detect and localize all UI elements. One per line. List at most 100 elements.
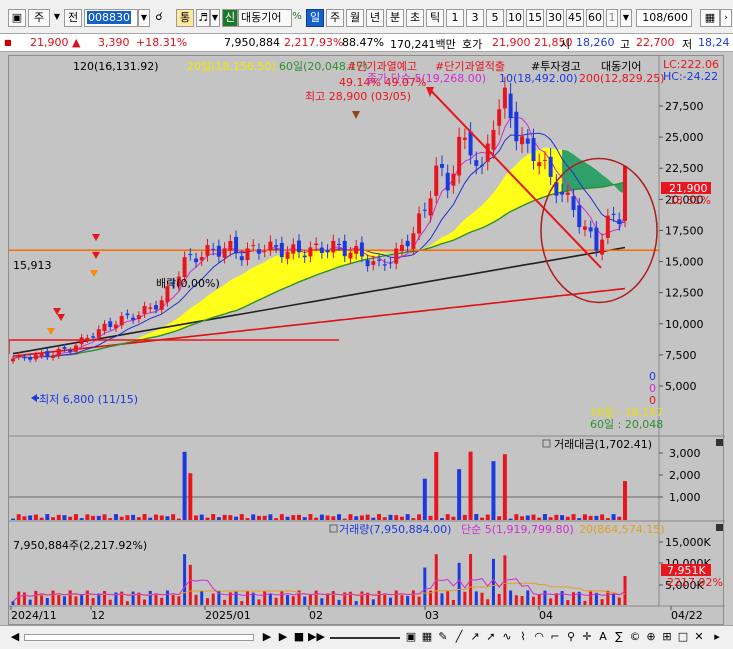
- candle-body: [319, 247, 324, 253]
- period-tab-0[interactable]: 일: [306, 9, 324, 27]
- prev-button[interactable]: 전: [64, 9, 82, 27]
- amount-bar: [571, 514, 576, 520]
- chevron-down-icon[interactable]: ▼: [52, 9, 62, 27]
- minute-button-45[interactable]: 45: [566, 9, 584, 27]
- more-icon[interactable]: ▸: [710, 629, 724, 645]
- box-icon[interactable]: □: [676, 629, 690, 645]
- minute-dropdown-icon[interactable]: ▼: [620, 9, 632, 27]
- minute-button-15[interactable]: 15: [526, 9, 544, 27]
- y-tick-label: 17,500: [665, 224, 704, 237]
- volume-bar: [57, 594, 61, 605]
- amount-bar: [451, 516, 456, 520]
- minute-button-30[interactable]: 30: [546, 9, 564, 27]
- measure-icon[interactable]: ⊞: [660, 629, 674, 645]
- minute-button-10[interactable]: 10: [506, 9, 524, 27]
- candle-body: [45, 351, 50, 358]
- y-tick-label: 27,500: [665, 100, 704, 113]
- candle-body: [262, 250, 267, 252]
- tool-rect-icon[interactable]: ▣: [404, 629, 418, 645]
- tool-diag-icon[interactable]: ↗: [468, 629, 482, 645]
- period-tab-5[interactable]: 초: [406, 9, 424, 27]
- zoom-slider[interactable]: [330, 637, 400, 639]
- checkbox-icon[interactable]: [329, 524, 338, 533]
- delete-icon[interactable]: ✕: [692, 629, 706, 645]
- speaker-dropdown-icon[interactable]: ▼: [210, 9, 220, 27]
- amount-bar: [445, 514, 450, 520]
- tool-grid-icon[interactable]: ▦: [420, 629, 434, 645]
- amount-bar: [308, 514, 313, 520]
- y-tick-label: 7,500: [665, 349, 697, 362]
- lock-button[interactable]: 통: [176, 9, 194, 27]
- market-select[interactable]: 주: [28, 9, 50, 27]
- volume-bar: [171, 595, 175, 605]
- y-tick-label: 25,000: [665, 131, 704, 144]
- chart-area[interactable]: 27,500 25,000 22,500 20,000 17,500 15,000 12,5…: [8, 55, 725, 626]
- chart-svg[interactable]: 27,50025,00022,50020,00017,50015,00012,5…: [8, 56, 725, 626]
- copyright-icon[interactable]: ©: [628, 629, 642, 645]
- search-icon[interactable]: ☌: [152, 9, 166, 27]
- target-icon[interactable]: ⊕: [644, 629, 658, 645]
- period-tab-1[interactable]: 주: [326, 9, 344, 27]
- ma60-bottom-label: 60일 : 20,048: [590, 417, 663, 431]
- close-icon[interactable]: [716, 439, 723, 446]
- amount-bar: [62, 515, 67, 520]
- minute-button-5[interactable]: 5: [486, 9, 504, 27]
- scroll-left-icon[interactable]: ◀: [8, 629, 22, 645]
- period-tab-3[interactable]: 년: [366, 9, 384, 27]
- low-price: 18,24: [698, 36, 730, 49]
- amount-bar: [388, 514, 393, 520]
- formula-icon[interactable]: ∑: [612, 629, 626, 645]
- volume-bar: [497, 593, 501, 605]
- amount-bar: [51, 517, 56, 520]
- amount-bar: [377, 514, 382, 520]
- close-icon[interactable]: [716, 524, 723, 531]
- tool-fan-icon[interactable]: ⌇: [516, 629, 530, 645]
- tool-pen-icon[interactable]: ✎: [436, 629, 450, 645]
- candle-body: [153, 305, 158, 310]
- speaker-icon[interactable]: ♬: [196, 9, 210, 27]
- amount-bar: [68, 516, 73, 520]
- play-icon[interactable]: ▶: [276, 629, 290, 645]
- zoom-icon[interactable]: ⚲: [564, 629, 578, 645]
- amount-bar: [520, 516, 525, 520]
- checkbox-icon[interactable]: [542, 439, 551, 448]
- minute-button-60[interactable]: 60: [586, 9, 604, 27]
- code-dropdown-icon[interactable]: ▼: [138, 9, 150, 27]
- tool-wave-icon[interactable]: ∿: [500, 629, 514, 645]
- tool-cycle-icon[interactable]: ◠: [532, 629, 546, 645]
- volume-bar: [291, 596, 295, 605]
- volume-bar: [606, 590, 610, 605]
- candle-body: [211, 248, 216, 250]
- candle-body: [457, 136, 462, 176]
- amount-bar: [394, 515, 399, 520]
- scrollbar-track[interactable]: [24, 634, 254, 641]
- crosshair-icon[interactable]: ✛: [580, 629, 594, 645]
- tool-arrow-icon[interactable]: ➚: [484, 629, 498, 645]
- amount-bar: [502, 454, 507, 520]
- amount-tick-label: 2,000: [669, 469, 701, 482]
- tool-bracket-icon[interactable]: ⌐: [548, 629, 562, 645]
- period-tab-2[interactable]: 월: [346, 9, 364, 27]
- amount-bar: [623, 481, 627, 520]
- tool-line-icon[interactable]: ╱: [452, 629, 466, 645]
- stop-icon[interactable]: ■: [292, 629, 306, 645]
- period-tab-4[interactable]: 분: [386, 9, 404, 27]
- chevron-right-icon[interactable]: ›: [720, 9, 732, 27]
- minute-button-1[interactable]: 1: [446, 9, 464, 27]
- fast-forward-icon[interactable]: ▶▶: [308, 629, 325, 645]
- grid-icon[interactable]: ▦: [700, 9, 720, 27]
- minute-button-extra[interactable]: 1: [606, 9, 618, 27]
- amount-bar: [417, 514, 422, 520]
- period-tab-6[interactable]: 틱: [426, 9, 444, 27]
- volume-bar: [91, 598, 95, 605]
- volume-bar: [68, 590, 72, 605]
- scroll-right-icon[interactable]: ▶: [260, 629, 274, 645]
- text-tool-icon[interactable]: A: [596, 629, 610, 645]
- volume-bar: [200, 590, 204, 605]
- volume-bar: [211, 593, 215, 605]
- volume-bar: [165, 590, 169, 605]
- code-input[interactable]: 008830: [84, 9, 138, 27]
- candle-body: [205, 245, 210, 256]
- window-icon[interactable]: ▣: [8, 9, 26, 27]
- minute-button-3[interactable]: 3: [466, 9, 484, 27]
